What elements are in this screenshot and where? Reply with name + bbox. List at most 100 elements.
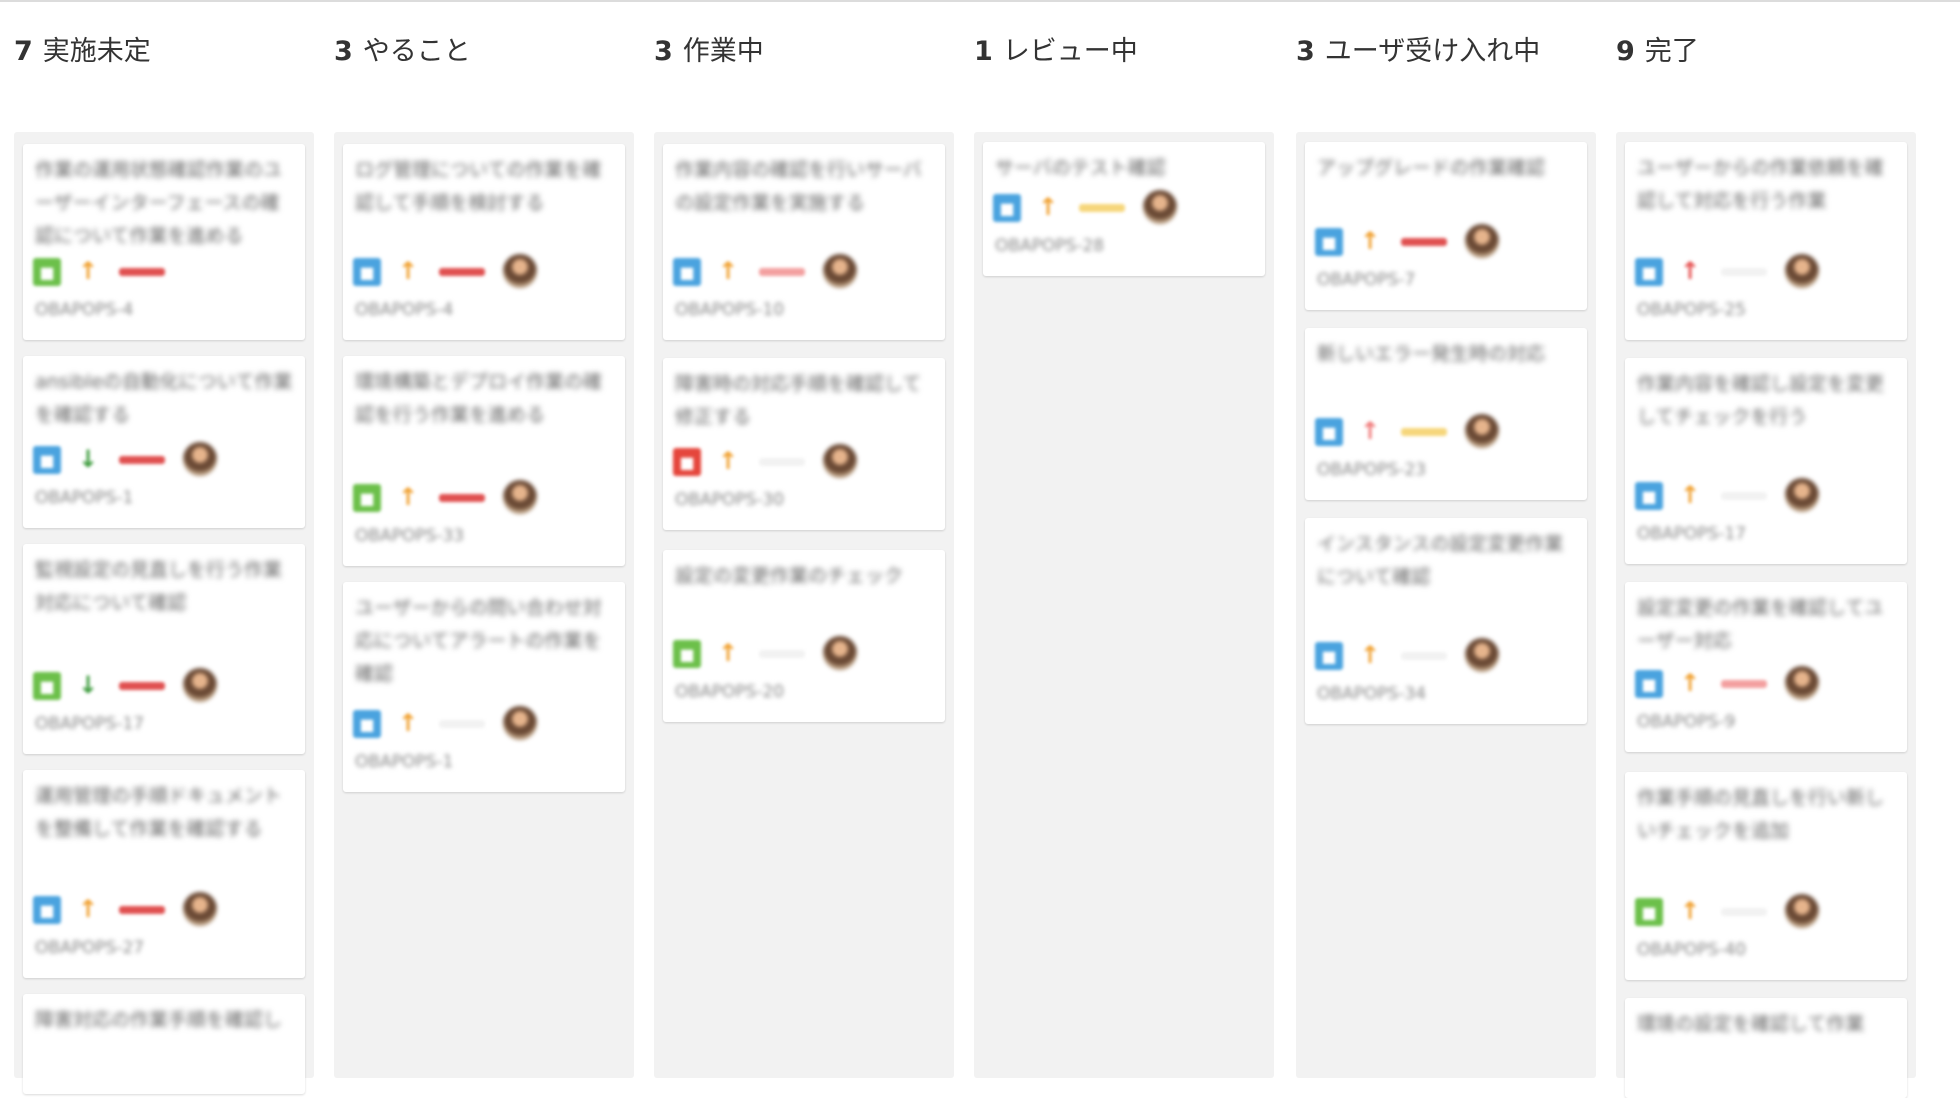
issue-key[interactable]: OBAPOPS-20 <box>675 682 784 702</box>
assignee-avatar[interactable] <box>1143 190 1177 224</box>
label-bar <box>1401 238 1447 246</box>
issue-key[interactable]: OBAPOPS-4 <box>355 300 453 320</box>
assignee-avatar[interactable] <box>183 442 217 476</box>
assignee-avatar[interactable] <box>823 444 857 478</box>
issue-summary: 環境の設定を確認して作業 <box>1637 1013 1865 1035</box>
assignee-avatar[interactable] <box>1465 638 1499 672</box>
issue-card[interactable]: 障害対応の作業手順を確認しユーザー対応 <box>23 994 305 1094</box>
issue-card[interactable]: 運用管理の手順ドキュメントを整備して作業を確認する ■ ↑ OBAPOPS-27 <box>23 770 305 978</box>
issue-card[interactable]: 作業内容を確認し設定を変更してチェックを行う ■ ↑ OBAPOPS-17 <box>1625 358 1907 564</box>
column-lane: 作業の運用状態確認作業のユーザーインターフェースの確認について作業を進める ■ ↑ O… <box>14 132 314 1094</box>
issue-card[interactable]: 設定変更の作業を確認してユーザー対応 ■ ↑ OBAPOPS-9 <box>1625 582 1907 752</box>
assignee-avatar[interactable] <box>1465 224 1499 258</box>
issue-key[interactable]: OBAPOPS-9 <box>1637 712 1735 732</box>
issue-card[interactable]: 作業手順の見直しを行い新しいチェックを追加 ■ ↑ OBAPOPS-40 <box>1625 772 1907 980</box>
label-bar <box>439 720 485 728</box>
issue-summary: 環境構築とデプロイ作業の確認を行う作業を進める <box>355 371 603 426</box>
column-count: 3 <box>654 36 673 67</box>
issue-summary: 監視設定の見直しを行う作業対応について確認 <box>35 559 283 614</box>
issue-summary: サーバのテスト確認 <box>995 157 1166 179</box>
label-bar <box>439 494 485 502</box>
issue-key[interactable]: OBAPOPS-4 <box>35 300 133 320</box>
column-unplanned: 7 実施未定 作業の運用状態確認作業のユーザーインターフェースの確認について作業を… <box>14 0 314 1094</box>
label-bar <box>1079 204 1125 212</box>
issue-type-icon: ■ <box>1635 482 1663 510</box>
priority-arrow-icon: ↑ <box>1359 227 1381 255</box>
issue-type-icon: ■ <box>1315 642 1343 670</box>
issue-card[interactable]: アップグレードの作業確認 ■ ↑ OBAPOPS-7 <box>1305 142 1587 310</box>
issue-type-icon: ■ <box>33 896 61 924</box>
label-bar <box>1721 268 1767 276</box>
assignee-avatar[interactable] <box>503 254 537 288</box>
issue-card[interactable]: 環境構築とデプロイ作業の確認を行う作業を進める ■ ↑ OBAPOPS-33 <box>343 356 625 566</box>
label-bar <box>1721 680 1767 688</box>
issue-card[interactable]: ユーザーからの問い合わせ対応についてアラートの作業を確認 ■ ↑ OBAPOPS-1 <box>343 582 625 792</box>
issue-summary: ユーザーからの問い合わせ対応についてアラートの作業を確認 <box>355 597 602 685</box>
issue-key[interactable]: OBAPOPS-25 <box>1637 300 1746 320</box>
issue-key[interactable]: OBAPOPS-30 <box>675 490 784 510</box>
column-lane: 作業内容の確認を行いサーバの設定作業を実施する ■ ↑ OBAPOPS-10 障害時の… <box>654 132 954 1078</box>
issue-type-icon: ■ <box>673 640 701 668</box>
issue-key[interactable]: OBAPOPS-1 <box>355 752 453 772</box>
issue-key[interactable]: OBAPOPS-17 <box>35 714 144 734</box>
column-todo: 3 やること ログ管理についての作業を確認して手順を検討する ■ ↑ OBAPOPS-4… <box>334 0 634 1078</box>
issue-key[interactable]: OBAPOPS-1 <box>35 488 133 508</box>
issue-type-icon: ■ <box>353 484 381 512</box>
issue-type-icon: ■ <box>33 446 61 474</box>
column-count: 1 <box>974 36 993 67</box>
assignee-avatar[interactable] <box>1785 894 1819 928</box>
issue-type-icon: ■ <box>1635 670 1663 698</box>
label-bar <box>119 682 165 690</box>
assignee-avatar[interactable] <box>1785 478 1819 512</box>
issue-type-icon: ■ <box>993 194 1021 222</box>
column-header: 1 レビュー中 <box>974 34 1138 70</box>
issue-card[interactable]: インスタンスの設定変更作業について確認 ■ ↑ OBAPOPS-34 <box>1305 518 1587 724</box>
issue-key[interactable]: OBAPOPS-40 <box>1637 940 1746 960</box>
issue-card[interactable]: 監視設定の見直しを行う作業対応について確認 ■ ↓ OBAPOPS-17 <box>23 544 305 754</box>
issue-card[interactable]: 作業内容の確認を行いサーバの設定作業を実施する ■ ↑ OBAPOPS-10 <box>663 144 945 340</box>
column-lane: サーバのテスト確認 ■ ↑ OBAPOPS-28 <box>974 132 1274 1078</box>
issue-key[interactable]: OBAPOPS-17 <box>1637 524 1746 544</box>
label-bar <box>759 458 805 466</box>
issue-key[interactable]: OBAPOPS-33 <box>355 526 464 546</box>
column-lane: ログ管理についての作業を確認して手順を検討する ■ ↑ OBAPOPS-4 環境構築と… <box>334 132 634 1078</box>
issue-card[interactable]: サーバのテスト確認 ■ ↑ OBAPOPS-28 <box>983 142 1265 276</box>
issue-card[interactable]: ansibleの自動化について作業を確認する ■ ↓ OBAPOPS-1 <box>23 356 305 528</box>
assignee-avatar[interactable] <box>183 892 217 926</box>
issue-type-icon: ■ <box>33 672 61 700</box>
issue-card[interactable]: 新しいエラー発生時の対応 ■ ↑ OBAPOPS-23 <box>1305 328 1587 500</box>
assignee-avatar[interactable] <box>503 706 537 740</box>
issue-summary: ansibleの自動化について作業を確認する <box>35 371 293 426</box>
issue-key[interactable]: OBAPOPS-34 <box>1317 684 1426 704</box>
priority-arrow-icon: ↑ <box>1679 669 1701 697</box>
issue-key[interactable]: OBAPOPS-23 <box>1317 460 1426 480</box>
assignee-avatar[interactable] <box>503 480 537 514</box>
issue-summary: 障害対応の作業手順を確認しユーザー対応 <box>35 1009 283 1031</box>
assignee-avatar[interactable] <box>1785 666 1819 700</box>
assignee-avatar[interactable] <box>1785 254 1819 288</box>
priority-arrow-icon: ↑ <box>1679 257 1701 285</box>
column-header: 3 ユーザ受け入れ中 <box>1296 34 1540 70</box>
column-title: やること <box>362 36 471 67</box>
column-header: 3 やること <box>334 34 471 70</box>
issue-card[interactable]: 設定の変更作業のチェック ■ ↑ OBAPOPS-20 <box>663 550 945 722</box>
issue-key[interactable]: OBAPOPS-7 <box>1317 270 1415 290</box>
issue-summary: 設定変更の作業を確認してユーザー対応 <box>1637 597 1884 652</box>
assignee-avatar[interactable] <box>183 668 217 702</box>
assignee-avatar[interactable] <box>823 254 857 288</box>
issue-card[interactable]: ログ管理についての作業を確認して手順を検討する ■ ↑ OBAPOPS-4 <box>343 144 625 340</box>
issue-summary: 障害時の対応手順を確認して修正する <box>675 373 922 428</box>
issue-key[interactable]: OBAPOPS-27 <box>35 938 144 958</box>
issue-card[interactable]: ユーザーからの作業依頼を確認して対応を行う作業 ■ ↑ OBAPOPS-25 <box>1625 142 1907 340</box>
label-bar <box>1401 428 1447 436</box>
issue-key[interactable]: OBAPOPS-10 <box>675 300 784 320</box>
column-header: 9 完了 <box>1616 34 1699 70</box>
issue-card[interactable]: 作業の運用状態確認作業のユーザーインターフェースの確認について作業を進める ■ ↑ O… <box>23 144 305 340</box>
assignee-avatar[interactable] <box>823 636 857 670</box>
issue-card[interactable]: 環境の設定を確認して作業 <box>1625 998 1907 1098</box>
assignee-avatar[interactable] <box>1465 414 1499 448</box>
issue-key[interactable]: OBAPOPS-28 <box>995 236 1104 256</box>
issue-card[interactable]: 障害時の対応手順を確認して修正する ■ ↑ OBAPOPS-30 <box>663 358 945 530</box>
priority-arrow-icon: ↑ <box>717 447 739 475</box>
column-in-progress: 3 作業中 作業内容の確認を行いサーバの設定作業を実施する ■ ↑ OBAPOPS-10… <box>654 0 954 1078</box>
